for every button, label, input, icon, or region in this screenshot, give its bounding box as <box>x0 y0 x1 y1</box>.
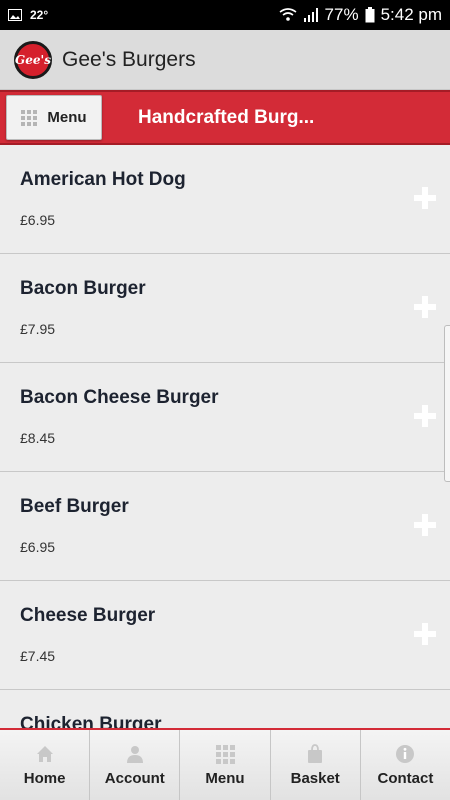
wifi-icon <box>279 8 297 21</box>
person-icon <box>126 745 143 763</box>
add-icon[interactable] <box>414 514 436 536</box>
bag-icon <box>308 743 323 763</box>
list-item[interactable]: Bacon Cheese Burger £8.45 <box>0 363 450 472</box>
menu-item-list[interactable]: American Hot Dog £6.95 Bacon Burger £7.9… <box>0 145 450 728</box>
item-name: Bacon Burger <box>20 278 146 299</box>
list-item[interactable]: American Hot Dog £6.95 <box>0 145 450 254</box>
temperature-text: 22° <box>30 8 49 22</box>
tab-menu[interactable]: Menu <box>180 730 271 800</box>
add-icon[interactable] <box>414 405 436 427</box>
tab-label: Home <box>23 769 66 787</box>
info-icon <box>396 744 415 763</box>
item-name: Cheese Burger <box>20 605 156 626</box>
app-title: Gee's Burgers <box>62 47 196 71</box>
clock: 5:42 pm <box>380 5 442 24</box>
add-icon[interactable] <box>414 296 436 318</box>
home-icon <box>36 745 53 762</box>
bottom-tab-bar: Home Account Menu Basket Contact <box>0 728 450 800</box>
tab-label: Account <box>104 769 165 787</box>
add-icon[interactable] <box>414 187 436 209</box>
add-icon[interactable] <box>414 623 436 645</box>
tab-contact[interactable]: Contact <box>360 730 450 800</box>
grid-icon <box>21 109 38 126</box>
gallery-notification-icon <box>8 9 22 21</box>
menu-button[interactable]: Menu <box>6 95 102 140</box>
item-name: Chicken Burger <box>20 714 162 728</box>
item-name: Beef Burger <box>20 496 129 517</box>
list-item[interactable]: Beef Burger £6.95 <box>0 472 450 581</box>
item-name: American Hot Dog <box>20 169 186 190</box>
list-item[interactable]: Chicken Burger <box>0 690 450 728</box>
signal-icon <box>303 8 318 22</box>
list-item[interactable]: Cheese Burger £7.45 <box>0 581 450 690</box>
item-name: Bacon Cheese Burger <box>20 387 219 408</box>
tab-account[interactable]: Account <box>90 730 181 800</box>
category-title: Handcrafted Burg... <box>138 106 315 128</box>
item-price: £7.45 <box>20 648 56 664</box>
grid-icon <box>216 744 235 764</box>
item-price: £6.95 <box>20 539 56 555</box>
tab-label: Menu <box>205 769 245 787</box>
side-drawer-handle[interactable] <box>444 325 450 482</box>
status-bar: 22° 77% 5:42 pm <box>0 0 450 30</box>
app-header: Gee's Gee's Burgers <box>0 30 450 90</box>
battery-percentage: 77% <box>324 5 359 24</box>
item-price: £8.45 <box>20 430 56 446</box>
item-price: £6.95 <box>20 212 56 228</box>
list-item[interactable]: Bacon Burger £7.95 <box>0 254 450 363</box>
battery-icon <box>365 7 375 23</box>
menu-button-label: Menu <box>47 109 87 126</box>
app-logo: Gee's <box>14 40 52 79</box>
tab-basket[interactable]: Basket <box>270 730 361 800</box>
tab-home[interactable]: Home <box>0 730 91 800</box>
tab-label: Basket <box>290 769 340 787</box>
category-bar: Menu Handcrafted Burg... <box>0 90 450 145</box>
tab-label: Contact <box>377 769 434 787</box>
item-price: £7.95 <box>20 321 56 337</box>
